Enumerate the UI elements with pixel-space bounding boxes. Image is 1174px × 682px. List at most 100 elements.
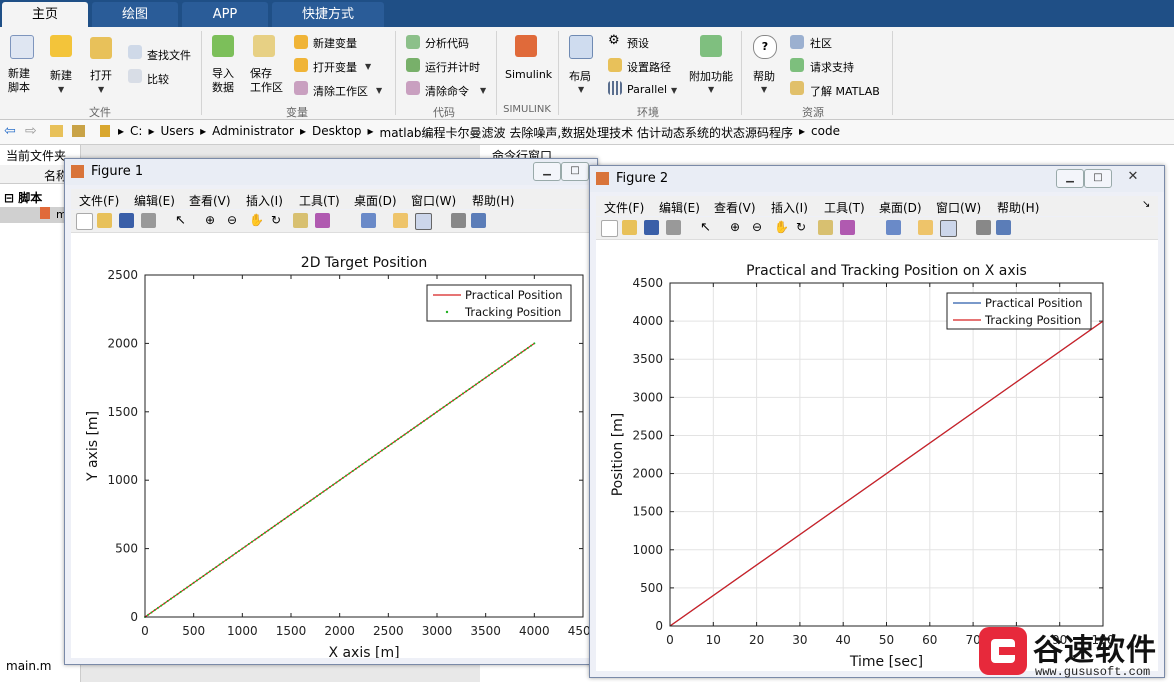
clear-commands-dropdown-icon[interactable]: ▼ <box>480 86 486 95</box>
rotate-icon[interactable]: ↻ <box>271 213 286 228</box>
print-icon[interactable] <box>141 213 156 228</box>
help-button[interactable]: 帮助 <box>753 68 775 84</box>
menu-insert[interactable]: 插入(I) <box>771 199 808 216</box>
zoom-out-icon[interactable]: ⊖ <box>752 220 767 235</box>
menu-tools[interactable]: 工具(T) <box>824 199 865 216</box>
menu-file[interactable]: 文件(F) <box>79 192 119 209</box>
set-path-button[interactable]: 设置路径 <box>627 59 671 75</box>
layout-dropdown-icon[interactable]: ▼ <box>578 85 584 94</box>
learn-matlab-button[interactable]: 了解 MATLAB <box>810 83 880 99</box>
menu-insert[interactable]: 插入(I) <box>246 192 283 209</box>
breadcrumb-item[interactable]: Desktop <box>312 124 362 141</box>
legend-icon[interactable] <box>940 220 957 237</box>
close-icon[interactable]: ✕ <box>1120 169 1146 186</box>
save-icon[interactable] <box>644 220 659 235</box>
new-variable-button[interactable]: 新建变量 <box>313 35 357 51</box>
minimize-icon[interactable]: ▁ <box>533 162 561 181</box>
breadcrumb-item[interactable]: Administrator <box>212 124 294 141</box>
new-figure-icon[interactable] <box>76 213 93 230</box>
menu-window[interactable]: 窗口(W) <box>936 199 981 216</box>
menu-window[interactable]: 窗口(W) <box>411 192 456 209</box>
browse-folder-icon[interactable] <box>72 125 85 137</box>
help-dropdown-icon[interactable]: ▼ <box>761 85 767 94</box>
colorbar-icon[interactable] <box>918 220 933 235</box>
show-plot-tools-icon[interactable] <box>996 220 1011 235</box>
maximize-icon[interactable]: □ <box>1084 169 1112 188</box>
menu-help[interactable]: 帮助(H) <box>472 192 514 209</box>
colorbar-icon[interactable] <box>393 213 408 228</box>
menu-help[interactable]: 帮助(H) <box>997 199 1039 216</box>
open-button[interactable]: 打开 <box>90 67 112 83</box>
figure-2-window[interactable]: Figure 2 ▁ □ ✕ 文件(F) 编辑(E) 查看(V) 插入(I) 工… <box>589 165 1165 678</box>
breadcrumb-item[interactable]: C: <box>130 124 142 141</box>
zoom-in-icon[interactable]: ⊕ <box>730 220 745 235</box>
layout-button[interactable]: 布局 <box>569 68 591 84</box>
add-ons-button[interactable]: 附加功能 <box>689 68 733 84</box>
breadcrumb-item[interactable]: code <box>811 124 840 141</box>
request-support-button[interactable]: 请求支持 <box>810 59 854 75</box>
up-folder-icon[interactable] <box>50 125 63 137</box>
run-and-time-button[interactable]: 运行并计时 <box>425 59 480 75</box>
clear-commands-button[interactable]: 清除命令 <box>425 83 469 99</box>
tab-apps[interactable]: APP <box>182 2 268 27</box>
new-dropdown-icon[interactable]: ▼ <box>58 85 64 94</box>
find-files-button[interactable]: 查找文件 <box>147 47 191 63</box>
zoom-in-icon[interactable]: ⊕ <box>205 213 220 228</box>
new-button[interactable]: 新建 <box>50 67 72 83</box>
maximize-icon[interactable]: □ <box>561 162 589 181</box>
show-plot-tools-icon[interactable] <box>471 213 486 228</box>
simulink-button[interactable]: Simulink <box>505 68 552 81</box>
save-icon[interactable] <box>119 213 134 228</box>
add-ons-dropdown-icon[interactable]: ▼ <box>708 85 714 94</box>
brush-icon[interactable] <box>840 220 855 235</box>
import-data-button[interactable]: 导入 数据 <box>212 67 234 95</box>
menu-desktop[interactable]: 桌面(D) <box>879 199 922 216</box>
figure-1-window[interactable]: Figure 1 ▁ □ 文件(F) 编辑(E) 查看(V) 插入(I) 工具(… <box>64 158 598 665</box>
open-file-icon[interactable] <box>97 213 112 228</box>
zoom-out-icon[interactable]: ⊖ <box>227 213 242 228</box>
pan-icon[interactable]: ✋ <box>249 213 264 228</box>
brush-icon[interactable] <box>315 213 330 228</box>
open-variable-button[interactable]: 打开变量 <box>313 59 357 75</box>
menu-tools[interactable]: 工具(T) <box>299 192 340 209</box>
open-file-icon[interactable] <box>622 220 637 235</box>
open-variable-dropdown-icon[interactable]: ▼ <box>365 62 371 71</box>
data-cursor-icon[interactable] <box>818 220 833 235</box>
print-icon[interactable] <box>666 220 681 235</box>
back-arrow-icon[interactable]: ⇦ <box>4 123 16 139</box>
minimize-icon[interactable]: ▁ <box>1056 169 1084 188</box>
legend-icon[interactable] <box>415 213 432 230</box>
menu-edit[interactable]: 编辑(E) <box>134 192 175 209</box>
parallel-dropdown-icon[interactable]: ▼ <box>671 86 677 95</box>
menu-view[interactable]: 查看(V) <box>189 192 231 209</box>
link-icon[interactable] <box>886 220 901 235</box>
pointer-icon[interactable]: ↖ <box>175 213 190 228</box>
breadcrumb-item[interactable]: matlab编程卡尔曼滤波 去除噪声,数据处理技术 估计动态系统的状态源码程序 <box>380 124 794 141</box>
menu-file[interactable]: 文件(F) <box>604 199 644 216</box>
pan-icon[interactable]: ✋ <box>774 220 789 235</box>
data-cursor-icon[interactable] <box>293 213 308 228</box>
tab-shortcuts[interactable]: 快捷方式 <box>272 2 384 27</box>
tab-plots[interactable]: 绘图 <box>92 2 178 27</box>
forward-arrow-icon[interactable]: ⇨ <box>25 123 37 139</box>
preferences-button[interactable]: 预设 <box>627 35 649 51</box>
breadcrumb-item[interactable]: Users <box>160 124 194 141</box>
new-script-button[interactable]: 新建 脚本 <box>8 67 30 95</box>
menu-desktop[interactable]: 桌面(D) <box>354 192 397 209</box>
dock-arrow-icon[interactable]: ↘ <box>1142 199 1150 210</box>
open-dropdown-icon[interactable]: ▼ <box>98 85 104 94</box>
pointer-icon[interactable]: ↖ <box>700 220 715 235</box>
parallel-button[interactable]: Parallel <box>627 83 667 96</box>
hide-plot-tools-icon[interactable] <box>451 213 466 228</box>
menu-edit[interactable]: 编辑(E) <box>659 199 700 216</box>
figure-1-titlebar[interactable]: Figure 1 ▁ □ <box>65 159 597 185</box>
section-scripts[interactable]: ⊟ 脚本 <box>4 189 42 206</box>
analyze-code-button[interactable]: 分析代码 <box>425 35 469 51</box>
figure-2-titlebar[interactable]: Figure 2 ▁ □ ✕ <box>590 166 1164 192</box>
community-button[interactable]: 社区 <box>810 35 832 51</box>
clear-workspace-button[interactable]: 清除工作区 <box>313 83 368 99</box>
tab-home[interactable]: 主页 <box>2 2 88 27</box>
link-icon[interactable] <box>361 213 376 228</box>
compare-button[interactable]: 比较 <box>147 71 169 87</box>
save-workspace-button[interactable]: 保存 工作区 <box>250 67 283 95</box>
